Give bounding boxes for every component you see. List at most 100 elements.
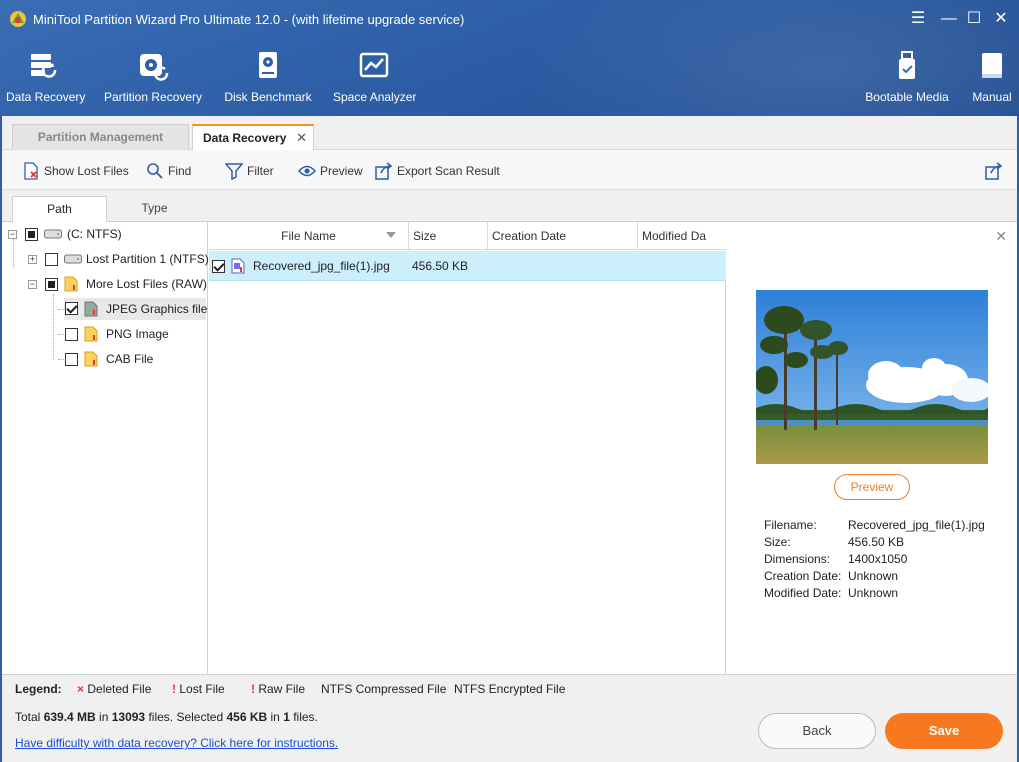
total-size: 639.4 MB (43, 710, 96, 724)
scan-summary: Total 639.4 MB in 13093 files. Selected … (15, 710, 318, 724)
window-title: MiniTool Partition Wizard Pro Ultimate 1… (33, 12, 465, 27)
export-icon (375, 162, 393, 180)
collapse-icon[interactable]: − (28, 280, 37, 289)
show-lost-files-button[interactable]: Show Lost Files (22, 162, 129, 180)
table-row[interactable]: Recovered_jpg_file(1).jpg 456.50 KB (209, 251, 726, 281)
app-header: MiniTool Partition Wizard Pro Ultimate 1… (0, 0, 1019, 116)
info-modified-date: Modified Date: Unknown (764, 586, 898, 600)
column-file-name[interactable]: File Name (209, 222, 409, 250)
info-size-label: Size: (764, 535, 791, 549)
help-link[interactable]: Have difficulty with data recovery? Clic… (15, 736, 338, 750)
menu-icon[interactable]: ☰ (907, 8, 929, 30)
share-icon (985, 162, 1003, 180)
info-size-value: 456.50 KB (848, 535, 905, 549)
cab-checkbox[interactable] (65, 353, 78, 366)
more-lost-files-label: More Lost Files (RAW) (86, 277, 207, 291)
export-scan-result-label: Export Scan Result (397, 164, 500, 178)
title-bar: MiniTool Partition Wizard Pro Ultimate 1… (0, 0, 1019, 38)
info-dimensions-value: 1400x1050 (848, 552, 908, 566)
drive-icon (44, 229, 62, 239)
preview-close-icon[interactable]: ✕ (995, 228, 1007, 245)
tab-path[interactable]: Path (12, 196, 107, 223)
legend-title: Legend: (15, 682, 62, 696)
collapse-icon[interactable]: − (8, 230, 17, 239)
tab-partition-management[interactable]: Partition Management (12, 124, 189, 150)
summary-text: files. Selected (145, 710, 227, 724)
cab-file-icon (84, 351, 98, 367)
export-scan-result-button[interactable]: Export Scan Result (375, 162, 500, 180)
manual-label: Manual (972, 90, 1012, 104)
lost-files-icon (24, 162, 38, 180)
tab-close-icon[interactable]: ✕ (296, 126, 307, 150)
tree-root-checkbox[interactable] (25, 228, 38, 241)
close-button[interactable]: ✕ (990, 8, 1012, 30)
space-analyzer-icon (359, 52, 389, 78)
sort-down-icon (386, 232, 396, 238)
tree-node-png[interactable]: PNG Image (64, 324, 204, 344)
summary-text: in (95, 710, 112, 724)
partition-recovery-label: Partition Recovery (104, 90, 203, 104)
minimize-button[interactable]: — (938, 8, 960, 30)
bootable-media-button[interactable]: Bootable Media (864, 50, 950, 112)
tab-data-recovery-label: Data Recovery (203, 131, 287, 145)
lost-partition-label: Lost Partition 1 (NTFS) (86, 252, 209, 266)
tree-node-lost-partition[interactable]: + Lost Partition 1 (NTFS) (28, 249, 209, 269)
disk-benchmark-label: Disk Benchmark (224, 90, 312, 104)
back-button[interactable]: Back (758, 713, 876, 749)
info-creation-label: Creation Date: (764, 569, 842, 583)
column-file-name-label: File Name (281, 229, 336, 243)
info-modified-value: Unknown (848, 586, 899, 600)
png-file-icon (84, 326, 98, 342)
column-modified-date[interactable]: Modified Da (638, 222, 726, 250)
selected-size: 456 KB (226, 710, 268, 724)
disk-benchmark-icon (259, 52, 277, 78)
view-tabs: Path Type (0, 190, 1019, 223)
tree-node-more-lost-files[interactable]: − More Lost Files (RAW) (28, 274, 207, 294)
lost-partition-checkbox[interactable] (45, 253, 58, 266)
info-creation-date: Creation Date: Unknown (764, 569, 898, 583)
image-file-icon (231, 258, 245, 274)
file-list: File Name Size Creation Date Modified Da… (209, 222, 726, 674)
jpeg-checkbox[interactable] (65, 302, 78, 315)
window-border (0, 116, 2, 762)
tab-data-recovery[interactable]: Data Recovery ✕ (192, 124, 314, 151)
info-filename-label: Filename: (764, 518, 817, 532)
maximize-button[interactable]: ☐ (963, 8, 985, 30)
png-checkbox[interactable] (65, 328, 78, 341)
column-creation-date[interactable]: Creation Date (488, 222, 638, 250)
tree-root-label: (C: NTFS) (67, 227, 122, 241)
expand-icon[interactable]: + (28, 255, 37, 264)
preview-image (756, 290, 988, 464)
folder-tree: − (C: NTFS) + Lost Partition 1 (NTFS) − … (2, 222, 209, 674)
tab-type[interactable]: Type (107, 196, 202, 222)
status-area: Legend: × Deleted File ! Lost File ! Raw… (0, 674, 1019, 762)
file-row-checkbox[interactable] (212, 260, 225, 273)
find-label: Find (168, 164, 192, 178)
manual-button[interactable]: Manual (969, 50, 1015, 112)
lost-icon: ! (172, 682, 176, 696)
info-creation-value: Unknown (848, 569, 899, 583)
eye-icon (298, 165, 316, 177)
column-size[interactable]: Size (409, 222, 488, 250)
legend-raw-label: Raw File (258, 682, 306, 696)
legend-deleted-label: Deleted File (87, 682, 152, 696)
preview-button[interactable]: Preview (834, 474, 910, 500)
total-files: 13093 (111, 710, 146, 724)
save-button[interactable]: Save (885, 713, 1003, 749)
data-recovery-button[interactable]: Data Recovery (6, 50, 85, 112)
preview-action-button[interactable]: Preview (298, 162, 363, 180)
bootable-media-label: Bootable Media (865, 90, 949, 104)
partition-recovery-button[interactable]: Partition Recovery (104, 50, 202, 112)
raw-icon: ! (251, 682, 255, 696)
tree-node-jpeg[interactable]: JPEG Graphics file (64, 298, 207, 320)
space-analyzer-button[interactable]: Space Analyzer (333, 50, 416, 112)
disk-benchmark-button[interactable]: Disk Benchmark (224, 50, 312, 112)
filter-button[interactable]: Filter (225, 162, 274, 180)
more-lost-files-checkbox[interactable] (45, 278, 58, 291)
landscape-photo (756, 290, 988, 464)
find-button[interactable]: Find (146, 162, 191, 180)
book-icon (982, 53, 1002, 78)
tree-node-cab[interactable]: CAB File (64, 349, 204, 369)
info-filename: Filename: Recovered_jpg_file(1).jpg (764, 518, 985, 532)
tree-node-root[interactable]: − (C: NTFS) (8, 224, 204, 244)
